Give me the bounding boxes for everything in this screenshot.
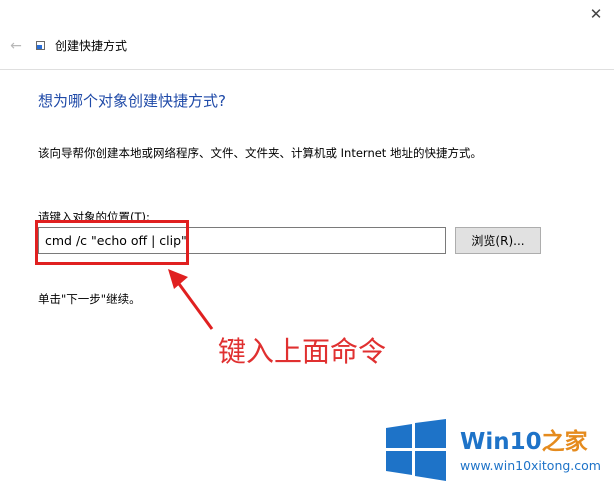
back-arrow-icon[interactable]: ← bbox=[6, 36, 26, 56]
window-title: 创建快捷方式 bbox=[55, 39, 128, 53]
watermark-brand-main: Win10 bbox=[460, 429, 542, 455]
continue-hint: 单击"下一步"继续。 bbox=[38, 292, 141, 306]
watermark-url: www.win10xitong.com bbox=[460, 458, 601, 473]
shortcut-app-icon bbox=[36, 41, 45, 50]
title-bar: ← 创建快捷方式 ✕ bbox=[0, 0, 614, 70]
watermark: Win10之家 www.win10xitong.com bbox=[380, 416, 610, 486]
watermark-brand-suffix: 之家 bbox=[541, 429, 588, 455]
annotation-text: 键入上面命令 bbox=[218, 335, 387, 368]
wizard-heading: 想为哪个对象创建快捷方式? bbox=[38, 92, 226, 110]
watermark-brand: Win10之家 bbox=[460, 422, 588, 456]
browse-button[interactable]: 浏览(R)... bbox=[455, 227, 541, 254]
wizard-description: 该向导帮你创建本地或网络程序、文件、文件夹、计算机或 Internet 地址的快… bbox=[38, 146, 482, 160]
close-icon[interactable]: ✕ bbox=[582, 4, 610, 24]
windows-logo-icon bbox=[386, 419, 446, 481]
